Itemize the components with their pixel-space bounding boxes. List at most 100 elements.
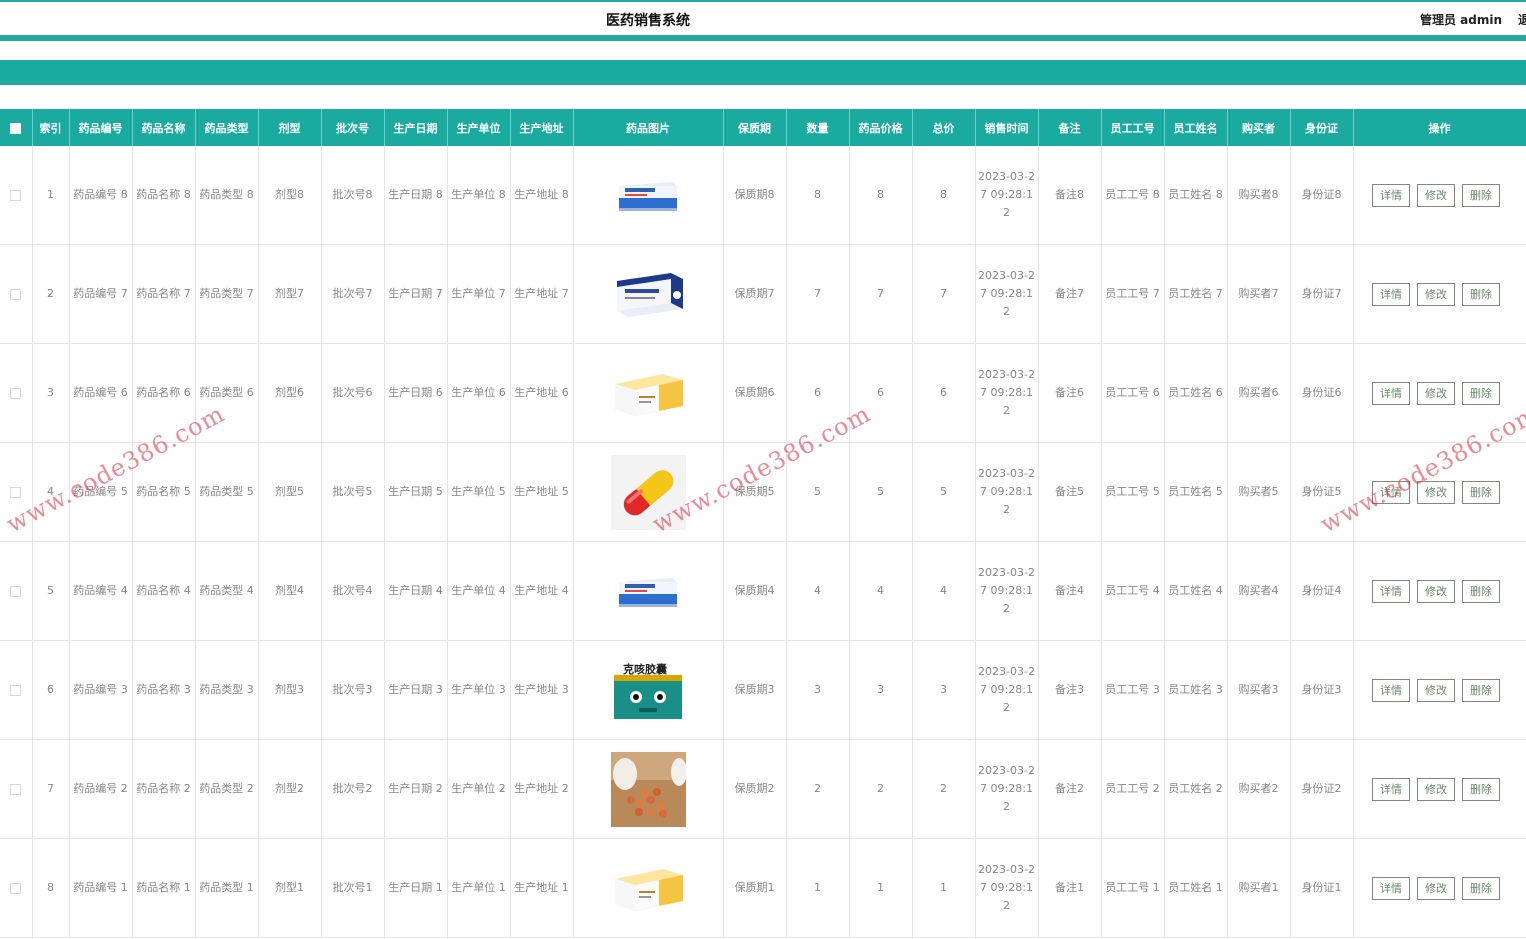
select-all-checkbox[interactable] [10, 122, 22, 134]
detail-button[interactable]: 详情 [1372, 282, 1410, 306]
note-cell: 备注6 [1038, 343, 1102, 443]
dosage-form-cell: 剂型7 [258, 244, 322, 344]
note-cell: 备注1 [1038, 838, 1102, 938]
id-card-cell: 身份证7 [1290, 244, 1354, 344]
total-cell: 4 [912, 541, 976, 641]
production-address-cell: 生产地址 7 [510, 244, 574, 344]
employee-no-cell: 员工工号 8 [1101, 146, 1165, 245]
row-checkbox[interactable] [10, 189, 22, 201]
employee-name-cell: 员工姓名 8 [1164, 146, 1228, 245]
shelf-life-cell: 保质期6 [723, 343, 787, 443]
quantity-cell: 3 [786, 640, 850, 740]
row-select-cell[interactable] [0, 244, 33, 344]
manufacturer-cell: 生产单位 8 [447, 146, 511, 245]
buyer-cell: 购买者3 [1227, 640, 1291, 740]
delete-button[interactable]: 删除 [1462, 480, 1500, 504]
index-cell: 2 [32, 244, 70, 344]
detail-button[interactable]: 详情 [1372, 183, 1410, 207]
column-header: 药品名称 [132, 109, 196, 146]
sale-time-cell: 2023-03-27 09:28:12 [975, 739, 1039, 839]
row-checkbox[interactable] [10, 585, 22, 597]
note-cell: 备注7 [1038, 244, 1102, 344]
header-select-all[interactable] [0, 109, 33, 146]
detail-button[interactable]: 详情 [1372, 381, 1410, 405]
index-cell: 1 [32, 146, 70, 245]
production-date-cell: 生产日期 7 [384, 244, 448, 344]
detail-button[interactable]: 详情 [1372, 579, 1410, 603]
drug-image-cell [573, 541, 724, 641]
edit-button[interactable]: 修改 [1417, 282, 1455, 306]
column-header: 总价 [912, 109, 976, 146]
edit-button[interactable]: 修改 [1417, 876, 1455, 900]
table-row: 2 药品编号 7 药品名称 7 药品类型 7 剂型7 批次号7 生产日期 7 生产单位 7 生产… [0, 244, 1526, 344]
dosage-form-cell: 剂型5 [258, 442, 322, 542]
column-header: 员工姓名 [1164, 109, 1228, 146]
row-select-cell[interactable] [0, 343, 33, 443]
row-checkbox[interactable] [10, 783, 22, 795]
row-select-cell[interactable] [0, 838, 33, 938]
delete-button[interactable]: 删除 [1462, 777, 1500, 801]
id-card-cell: 身份证4 [1290, 541, 1354, 641]
batch-no-cell: 批次号8 [321, 146, 385, 245]
blue-white-pill-box-icon [611, 554, 686, 629]
teal-cough-medicine-box-icon: 克咳胶囊 [611, 653, 686, 728]
employee-no-cell: 员工工号 5 [1101, 442, 1165, 542]
note-cell: 备注4 [1038, 541, 1102, 641]
row-select-cell[interactable] [0, 146, 33, 245]
index-cell: 6 [32, 640, 70, 740]
delete-button[interactable]: 删除 [1462, 183, 1500, 207]
brown-pills-bottle-icon [610, 751, 687, 827]
logout-link[interactable]: 退 [1518, 11, 1526, 28]
edit-button[interactable]: 修改 [1417, 777, 1455, 801]
yellow-white-medicine-box-icon [611, 851, 686, 926]
batch-no-cell: 批次号4 [321, 541, 385, 641]
column-header: 操作 [1353, 109, 1526, 146]
sale-time-cell: 2023-03-27 09:28:12 [975, 146, 1039, 245]
row-checkbox[interactable] [10, 486, 22, 498]
drug-code-cell: 药品编号 2 [69, 739, 133, 839]
row-checkbox[interactable] [10, 288, 22, 300]
column-header: 药品价格 [849, 109, 913, 146]
quantity-cell: 4 [786, 541, 850, 641]
buyer-cell: 购买者4 [1227, 541, 1291, 641]
employee-name-cell: 员工姓名 1 [1164, 838, 1228, 938]
employee-name-cell: 员工姓名 6 [1164, 343, 1228, 443]
row-checkbox[interactable] [10, 882, 22, 894]
employee-name-cell: 员工姓名 3 [1164, 640, 1228, 740]
id-card-cell: 身份证3 [1290, 640, 1354, 740]
drug-image-cell [573, 739, 724, 839]
delete-button[interactable]: 删除 [1462, 678, 1500, 702]
blue-white-pill-box-icon [611, 158, 686, 233]
row-select-cell[interactable] [0, 739, 33, 839]
buyer-cell: 购买者5 [1227, 442, 1291, 542]
note-cell: 备注2 [1038, 739, 1102, 839]
total-cell: 8 [912, 146, 976, 245]
delete-button[interactable]: 删除 [1462, 381, 1500, 405]
production-address-cell: 生产地址 1 [510, 838, 574, 938]
detail-button[interactable]: 详情 [1372, 777, 1410, 801]
batch-no-cell: 批次号2 [321, 739, 385, 839]
edit-button[interactable]: 修改 [1417, 381, 1455, 405]
table-row: 1 药品编号 8 药品名称 8 药品类型 8 剂型8 批次号8 生产日期 8 生产单位 8 生产… [0, 146, 1526, 245]
detail-button[interactable]: 详情 [1372, 876, 1410, 900]
buyer-cell: 购买者6 [1227, 343, 1291, 443]
price-cell: 7 [849, 244, 913, 344]
row-select-cell[interactable] [0, 541, 33, 641]
edit-button[interactable]: 修改 [1417, 183, 1455, 207]
index-cell: 7 [32, 739, 70, 839]
row-select-cell[interactable] [0, 640, 33, 740]
sale-time-cell: 2023-03-27 09:28:12 [975, 244, 1039, 344]
row-checkbox[interactable] [10, 684, 22, 696]
edit-button[interactable]: 修改 [1417, 678, 1455, 702]
delete-button[interactable]: 删除 [1462, 579, 1500, 603]
detail-button[interactable]: 详情 [1372, 678, 1410, 702]
production-date-cell: 生产日期 1 [384, 838, 448, 938]
delete-button[interactable]: 删除 [1462, 282, 1500, 306]
row-checkbox[interactable] [10, 387, 22, 399]
table-container[interactable]: 索引 药品编号 药品名称 药品类型 剂型 批次号 生产日期 生产单位 生产地址 … [0, 109, 1526, 939]
column-header: 药品类型 [195, 109, 259, 146]
index-cell: 3 [32, 343, 70, 443]
delete-button[interactable]: 删除 [1462, 876, 1500, 900]
shelf-life-cell: 保质期3 [723, 640, 787, 740]
edit-button[interactable]: 修改 [1417, 579, 1455, 603]
